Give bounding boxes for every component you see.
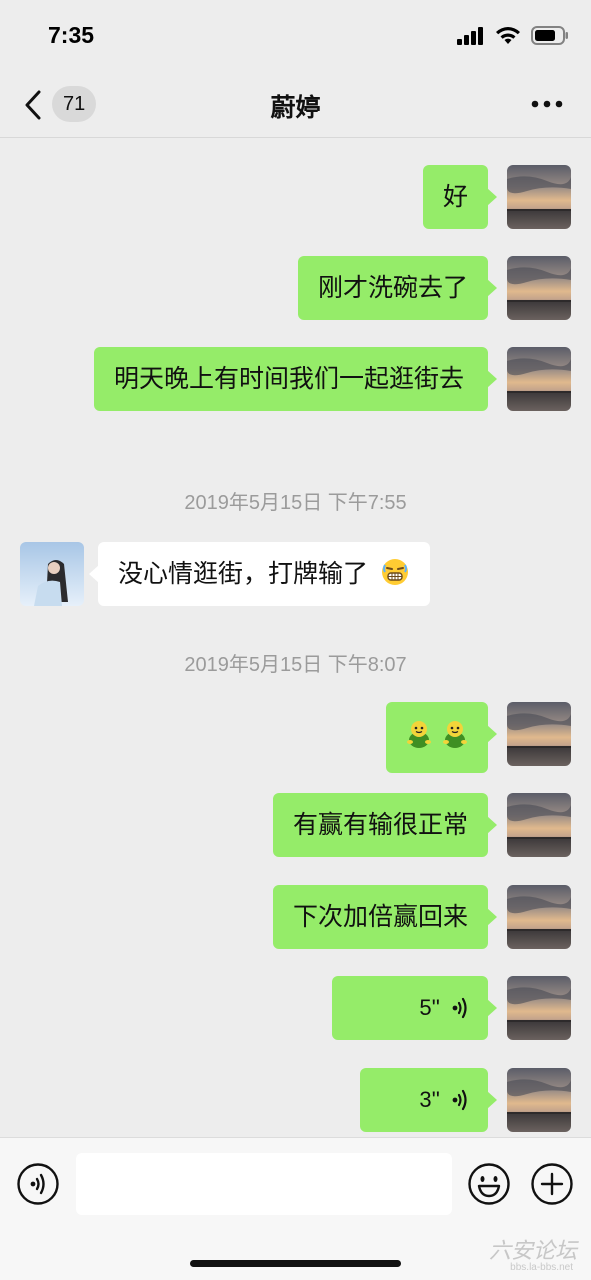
status-time: 7:35: [48, 22, 95, 48]
home-indicator[interactable]: [190, 1260, 401, 1267]
watermark-url: bbs.la-bbs.net: [510, 1262, 573, 1273]
status-bar: 7:35: [0, 0, 591, 72]
message-bubble-received[interactable]: 没心情逛街，打牌输了: [89, 542, 430, 606]
message-timestamp: 2019年5月15日 下午7:55: [184, 492, 407, 514]
message-text: 刚才洗碗去了: [317, 273, 468, 302]
message-input[interactable]: [76, 1153, 452, 1215]
message-bubble-sent[interactable]: 下次加倍赢回来: [272, 885, 498, 949]
message-bubble-sent[interactable]: 明天晚上有时间我们一起逛街去: [94, 347, 497, 411]
more-functions-plus-icon[interactable]: [530, 1162, 574, 1206]
message-text: 没心情逛街，打牌输了: [118, 559, 369, 588]
message-bubble-sent[interactable]: 刚才洗碗去了: [297, 256, 498, 320]
voice-input-button-icon[interactable]: [16, 1162, 60, 1206]
voice-message-bubble[interactable]: 5'': [332, 976, 497, 1040]
voice-wave-icon: [452, 997, 467, 1019]
message-bubble-sent[interactable]: 有赢有输很正常: [272, 793, 498, 857]
my-avatar[interactable]: [507, 885, 571, 949]
message-text: 明天晚上有时间我们一起逛街去: [114, 364, 465, 393]
my-avatar[interactable]: [507, 165, 571, 229]
message-text: 有赢有输很正常: [292, 810, 468, 839]
input-bar: 六安论坛 bbs.la-bbs.net: [0, 1137, 591, 1280]
signal-icon: [457, 26, 483, 45]
my-avatar[interactable]: [507, 702, 571, 766]
more-options-icon[interactable]: [531, 98, 563, 110]
voice-duration: 5'': [419, 995, 440, 1020]
contact-avatar[interactable]: [20, 542, 84, 606]
frog-emoji-icon: [407, 721, 431, 748]
my-avatar[interactable]: [507, 256, 571, 320]
wifi-icon: [496, 27, 520, 44]
frog-emoji-icon: [443, 721, 467, 748]
emoji-button-icon[interactable]: [467, 1162, 511, 1206]
my-avatar[interactable]: [507, 793, 571, 857]
chat-title: 蔚婷: [270, 93, 321, 122]
my-avatar[interactable]: [507, 1068, 571, 1132]
voice-message-bubble[interactable]: 3'': [360, 1068, 497, 1132]
battery-icon: [531, 26, 568, 45]
message-bubble-sent[interactable]: 好: [422, 165, 498, 229]
chat-header: 71 蔚婷: [0, 72, 591, 138]
message-text: 下次加倍赢回来: [292, 902, 468, 931]
voice-duration: 3'': [419, 1087, 440, 1112]
status-icons: [457, 26, 569, 45]
my-avatar[interactable]: [507, 976, 571, 1040]
my-avatar[interactable]: [507, 347, 571, 411]
message-bubble-sent[interactable]: [386, 702, 497, 773]
message-text: 好: [442, 182, 468, 211]
voice-wave-icon: [452, 1089, 467, 1111]
watermark-logo: 六安论坛: [488, 1239, 577, 1264]
message-timestamp: 2019年5月15日 下午8:07: [184, 654, 407, 676]
grimacing-face-emoji-icon: [381, 559, 408, 585]
message-list[interactable]: 好 刚才洗碗去了 明天晚上有时间我们一起逛街去 2019年5月15日 下午7:5…: [0, 140, 591, 1137]
